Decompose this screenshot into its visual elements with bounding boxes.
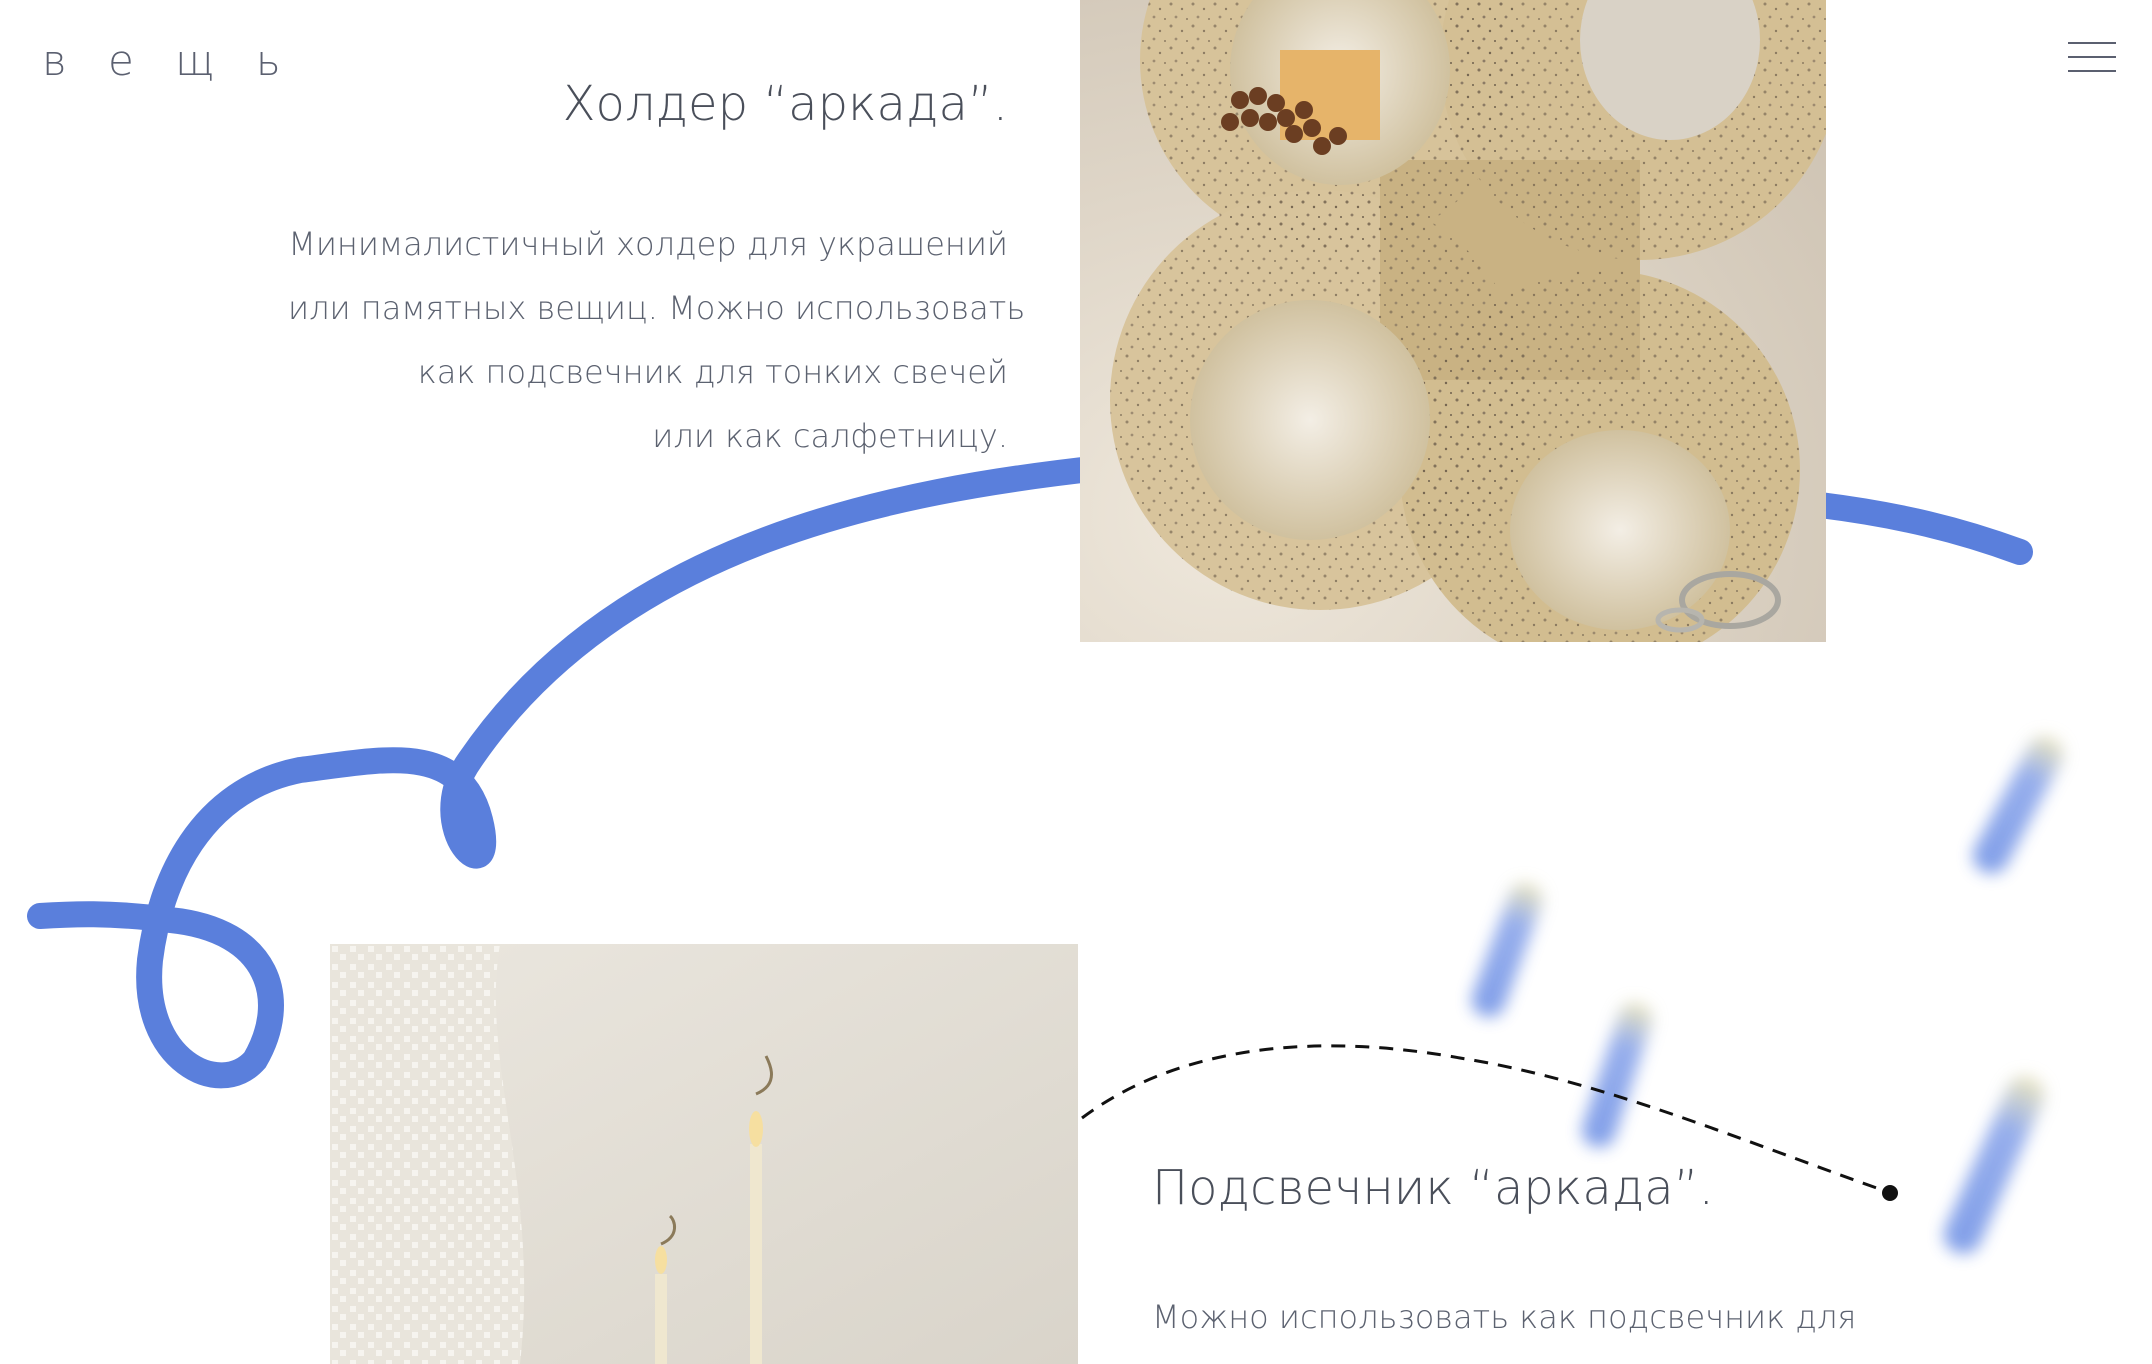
ceramic-arch-holder-image: [1080, 0, 1826, 642]
holder-photo: [1080, 0, 1826, 642]
menu-line: [2068, 56, 2116, 58]
site-logo[interactable]: в е щ ь: [42, 36, 295, 85]
product-description-holder: Минималистичный холдер для украшений или…: [288, 212, 1026, 468]
description-line: Минималистичный холдер для украшений: [288, 225, 1008, 263]
menu-line: [2068, 70, 2116, 72]
description-line: как подсвечник для тонких свечей: [417, 353, 1008, 391]
description-line: или памятных вещиц. Можно использовать: [288, 289, 1026, 327]
candles-image: [330, 944, 1078, 1364]
product-title-candle-holder: Подсвечник “аркада”.: [1152, 1160, 1714, 1216]
menu-line: [2068, 42, 2116, 44]
description-line: или как салфетницу.: [652, 417, 1008, 455]
candles-photo: [330, 944, 1078, 1364]
product-title-holder: Холдер “аркада”.: [562, 76, 1008, 132]
product-description-candle-holder: Можно использовать как подсвечник для: [1152, 1298, 1857, 1336]
hamburger-menu-icon[interactable]: [2068, 38, 2116, 78]
